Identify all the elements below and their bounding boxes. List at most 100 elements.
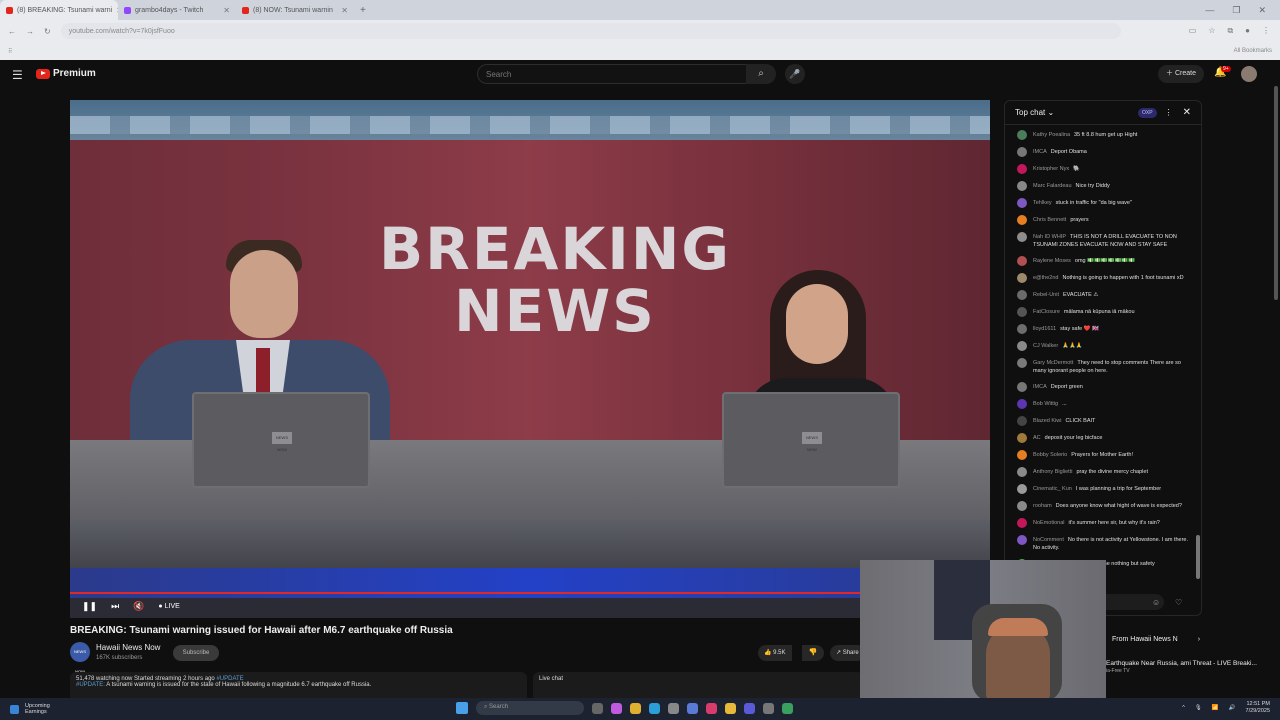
browser-tab-youtube-now[interactable]: (8) NOW: Tsunami warnin ✕ xyxy=(236,0,354,20)
search-input[interactable]: Search xyxy=(477,64,747,84)
forward-icon[interactable]: → xyxy=(26,27,34,36)
chat-author[interactable]: e@the2nd xyxy=(1033,275,1058,281)
chat-message[interactable]: CJ Walker 🙏🙏🙏 xyxy=(1017,341,1191,351)
chat-message[interactable]: NoComment No there is not activity at Yel… xyxy=(1017,535,1191,552)
more-options-icon[interactable]: ⋮ xyxy=(1165,108,1173,117)
apps-icon[interactable]: ⠿ xyxy=(8,48,12,55)
notes-icon[interactable] xyxy=(687,702,698,714)
chat-author[interactable]: Marc Falardeau xyxy=(1033,183,1072,189)
media-icon[interactable] xyxy=(744,702,755,714)
chat-message[interactable]: Blazed Kiwi CLICK BAIT xyxy=(1017,416,1191,426)
chat-author[interactable]: Blazed Kiwi xyxy=(1033,418,1061,424)
chat-message[interactable]: Raylene Moses omg 💵💵💵💵💵💵💵 xyxy=(1017,256,1191,266)
chat-author[interactable]: NoEmotional xyxy=(1033,520,1065,526)
live-indicator[interactable]: ● LIVE xyxy=(158,603,179,610)
chat-avatar[interactable] xyxy=(1017,181,1027,191)
app-icon[interactable] xyxy=(668,702,679,714)
menu-icon[interactable]: ⋮ xyxy=(1262,26,1270,36)
chat-avatar[interactable] xyxy=(1017,535,1027,545)
close-chat-icon[interactable]: ✕ xyxy=(1183,107,1191,118)
tray-chevron-icon[interactable]: ^ xyxy=(1182,705,1185,711)
chat-message[interactable]: lloyd1611 stay safe ❤️ 🇬🇧 xyxy=(1017,324,1191,334)
emoji-icon[interactable]: ☺ xyxy=(1152,598,1160,607)
close-tab-icon[interactable]: ✕ xyxy=(341,6,348,15)
chat-avatar[interactable] xyxy=(1017,416,1027,426)
create-button[interactable]: ＋ Create xyxy=(1158,65,1204,83)
chat-message[interactable]: e@the2nd Nothing is going to happen with … xyxy=(1017,273,1191,283)
microphone-icon[interactable]: 🎤 xyxy=(785,64,805,84)
chat-avatar[interactable] xyxy=(1017,130,1027,140)
chat-author[interactable]: IMCA xyxy=(1033,149,1047,155)
chat-avatar[interactable] xyxy=(1017,273,1027,283)
taskbar-search-input[interactable]: ⌕ Search xyxy=(476,701,584,715)
chat-avatar[interactable] xyxy=(1017,484,1027,494)
address-bar[interactable]: youtube.com/watch?v=7k0jsfFuoo xyxy=(60,23,1121,39)
windows-start-icon[interactable] xyxy=(456,702,468,714)
system-clock[interactable]: 12:51 PM 7/29/2025 xyxy=(1246,701,1270,715)
heart-icon[interactable]: ♡ xyxy=(1175,598,1182,607)
chat-points-pill[interactable]: OXP xyxy=(1138,107,1157,118)
wifi-icon[interactable]: 📶 xyxy=(1212,705,1219,711)
taskbar-widget[interactable]: Upcoming Earnings xyxy=(0,703,50,715)
browser-tab-twitch[interactable]: grambo4days - Twitch ✕ xyxy=(118,0,236,20)
chat-author[interactable]: AC xyxy=(1033,435,1041,441)
chat-author[interactable]: Rebel-Unit xyxy=(1033,292,1059,298)
like-button[interactable]: 👍 9.5K xyxy=(758,645,792,661)
page-scrollbar[interactable] xyxy=(1274,86,1278,300)
chat-avatar[interactable] xyxy=(1017,232,1027,242)
description-hashtag[interactable]: #UPDATE: xyxy=(76,682,105,688)
task-view-icon[interactable] xyxy=(592,702,603,714)
search-icon[interactable]: ⌕ xyxy=(746,64,776,84)
back-icon[interactable]: ← xyxy=(8,27,16,36)
browser-tab-youtube-breaking[interactable]: (8) BREAKING: Tsunami warni ✕ xyxy=(0,0,118,20)
chat-author[interactable]: Cinematic_ Kun xyxy=(1033,486,1072,492)
chat-author[interactable]: Bob Wittig xyxy=(1033,401,1058,407)
youtube-premium-logo[interactable]: Premium xyxy=(36,68,96,79)
chat-message[interactable]: FatClosure mālama nā kūpuna iā mākou xyxy=(1017,307,1191,317)
extensions-icon[interactable]: ⧉ xyxy=(1227,26,1233,36)
mic-tray-icon[interactable]: 🎙 xyxy=(1195,705,1202,711)
chat-message[interactable]: IMCA Deport green xyxy=(1017,382,1191,392)
account-avatar[interactable] xyxy=(1241,66,1257,82)
chat-author[interactable]: Chris Bennett xyxy=(1033,217,1066,223)
chat-author[interactable]: Raylene Moses xyxy=(1033,258,1071,264)
chat-avatar[interactable] xyxy=(1017,518,1027,528)
chat-avatar[interactable] xyxy=(1017,382,1027,392)
chat-author[interactable]: Gary McDermott xyxy=(1033,360,1073,366)
chat-avatar[interactable] xyxy=(1017,467,1027,477)
chat-avatar[interactable] xyxy=(1017,256,1027,266)
channel-name[interactable]: Hawaii News Now xyxy=(96,643,160,652)
settings-gear-icon[interactable] xyxy=(763,702,774,714)
pause-icon[interactable]: ❚❚ xyxy=(82,601,97,612)
from-channel-chip[interactable]: From Hawaii News N xyxy=(1112,636,1178,643)
chat-avatar[interactable] xyxy=(1017,399,1027,409)
chat-message[interactable]: Gary McDermott They need to stop comments… xyxy=(1017,358,1191,375)
chat-author[interactable]: NoComment xyxy=(1033,537,1064,543)
chat-author[interactable]: Kathy Poealina xyxy=(1033,132,1070,138)
chat-scrollbar[interactable] xyxy=(1196,535,1200,579)
chat-message[interactable]: Kristopher Nyx 🐘 xyxy=(1017,164,1191,174)
store-icon[interactable] xyxy=(706,702,717,714)
minimize-icon[interactable]: — xyxy=(1205,5,1214,16)
chrome-icon[interactable] xyxy=(630,702,641,714)
chat-author[interactable]: CJ Walker xyxy=(1033,343,1058,349)
profile-icon[interactable]: ● xyxy=(1245,26,1250,36)
all-bookmarks-button[interactable]: All Bookmarks xyxy=(1234,48,1272,54)
channel-avatar[interactable]: NEWS NOW xyxy=(70,642,90,674)
subscribe-button[interactable]: Subscribe xyxy=(173,645,219,661)
chat-mode-dropdown[interactable]: Top chat ⌄ xyxy=(1015,108,1054,117)
edge-icon[interactable] xyxy=(649,702,660,714)
chat-message[interactable]: NoEmotional it's summer here sir, but why… xyxy=(1017,518,1191,528)
chat-message[interactable]: rooham Does anyone know what hight of wav… xyxy=(1017,501,1191,511)
chat-message-list[interactable]: Kathy Poealina 35 ft 8.8 hum get up Hight… xyxy=(1005,125,1201,569)
chat-author[interactable]: Kristopher Nyx xyxy=(1033,166,1069,172)
close-tab-icon[interactable]: ✕ xyxy=(223,6,230,15)
copilot-icon[interactable] xyxy=(611,702,622,714)
chat-author[interactable]: IMCA xyxy=(1033,384,1047,390)
reload-icon[interactable]: ↻ xyxy=(44,27,51,36)
chat-message[interactable]: Marc Falardeau Nice try Diddy xyxy=(1017,181,1191,191)
chat-avatar[interactable] xyxy=(1017,307,1027,317)
bookmark-star-icon[interactable]: ☆ xyxy=(1208,26,1215,36)
chat-message[interactable]: Bob Wittig... xyxy=(1017,399,1191,409)
cast-icon[interactable]: ▭ xyxy=(1189,26,1197,36)
